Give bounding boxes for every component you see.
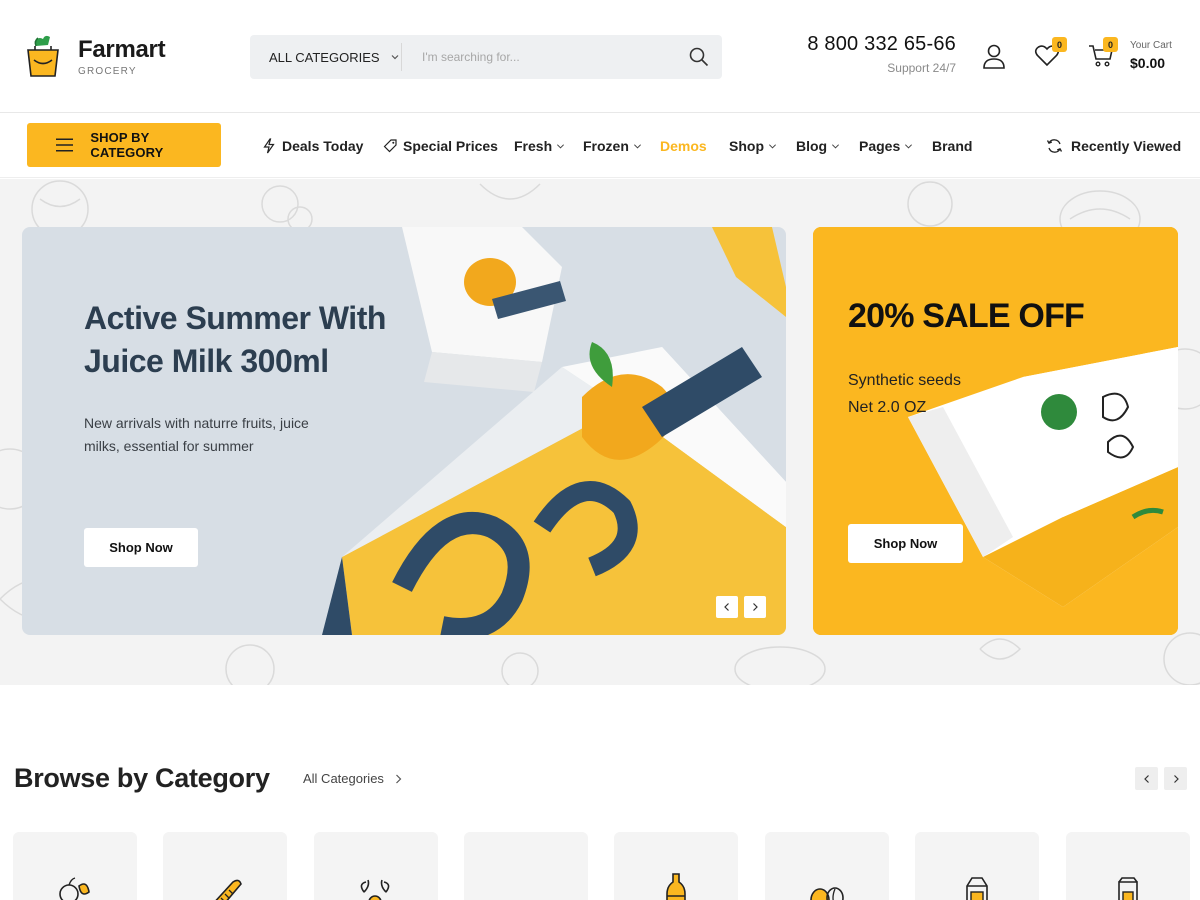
coffee-icon [810,887,844,900]
user-icon[interactable] [982,43,1006,69]
category-card[interactable] [915,832,1039,900]
recently-viewed-link[interactable]: Recently Viewed [1046,136,1181,156]
slider-next-button[interactable] [744,596,766,618]
refresh-icon [1046,139,1063,153]
category-card[interactable] [163,832,287,900]
bag-icon [1118,877,1138,900]
hero-side-desc-line1: Synthetic seeds [848,372,961,389]
nav-item-label: Special Prices [403,138,498,154]
chevron-left-icon [724,603,729,611]
nav-item-fresh[interactable]: Fresh [514,136,565,156]
hero-side-banner: 20% SALE OFF Synthetic seeds Net 2.0 OZ … [813,227,1178,635]
chevron-down-icon [905,143,913,149]
category-card[interactable] [614,832,738,900]
hero-side-desc-line2: Net 2.0 OZ [848,399,927,416]
all-categories-label: All Categories [303,771,384,786]
cart-total: $0.00 [1130,55,1166,71]
chevron-left-icon [1143,774,1149,783]
search-input[interactable] [410,41,670,73]
hero-main-title: Active Summer With Juice Milk 300ml [84,297,424,383]
chevron-down-icon [633,143,641,149]
nav-item-label: Deals Today [282,138,364,154]
hero-main-desc-line2: milks, essential for summer [84,438,254,454]
search-icon[interactable] [688,46,710,68]
top-header: Farmart GROCERY ALL CATEGORIES 8 800 332… [0,0,1200,113]
search-bar: ALL CATEGORIES [250,35,722,79]
breakfast-icon [500,872,552,900]
nav-item-label: Frozen [583,138,629,154]
nav-item-deals-today[interactable]: Deals Today [262,136,363,156]
wishlist-count-badge: 0 [1052,37,1067,52]
nav-item-label: Shop [729,138,764,154]
brand-tagline: GROCERY [78,66,137,77]
nav-item-shop[interactable]: Shop [729,136,777,156]
lightning-icon [263,138,275,154]
category-card[interactable] [314,832,438,900]
hero-side-shop-now-button[interactable]: Shop Now [848,524,963,563]
hero-main-banner: Active Summer With Juice Milk 300ml New … [22,227,786,635]
hero-main-desc-line1: New arrivals with naturre fruits, juice [84,415,309,431]
hero-main-title-line1: Active Summer With [84,300,386,336]
nav-item-demos[interactable]: Demos [660,136,707,156]
shop-by-category-label: SHOP BY CATEGORY [90,130,164,160]
seafood-icon [360,879,390,900]
nav-item-brand[interactable]: Brand [932,136,972,156]
slider-prev-button[interactable] [716,596,738,618]
nav-item-label: Blog [796,138,828,154]
shop-by-category-button[interactable]: SHOP BY CATEGORY [27,123,221,167]
category-select-label: ALL CATEGORIES [269,49,380,65]
hero-side-title: 20% SALE OFF [848,297,1085,335]
support-label: Support 24/7 [887,61,956,75]
grocery-bag-icon [27,35,59,77]
nav-item-label: Fresh [514,138,553,154]
fruits-icon [59,877,90,900]
recently-viewed-label: Recently Viewed [1071,138,1182,154]
nav-item-blog[interactable]: Blog [796,136,840,156]
category-card[interactable] [464,832,588,900]
category-card[interactable] [765,832,889,900]
nav-item-frozen[interactable]: Frozen [583,136,642,156]
search-divider [401,43,402,71]
support-phone: 8 800 332 65-66 Support 24/7 [780,33,956,75]
main-nav: SHOP BY CATEGORY Deals Today Special Pri… [0,113,1200,178]
cart-summary[interactable]: Your Cart $0.00 [1130,40,1172,71]
cart-label: Your Cart [1130,40,1172,51]
phone-number[interactable]: 8 800 332 65-66 [780,33,956,56]
hero-main-description: New arrivals with naturre fruits, juice … [84,412,344,458]
menu-icon [56,138,74,152]
chevron-down-icon [832,143,840,149]
chevron-right-icon [1173,774,1179,783]
all-categories-link[interactable]: All Categories [303,771,403,786]
brand-name: Farmart [78,36,166,63]
hero-side-description: Synthetic seeds Net 2.0 OZ [848,367,1018,421]
category-card[interactable] [1066,832,1190,900]
drinks-icon [666,873,686,900]
chevron-down-icon [768,143,777,149]
nav-item-label: Pages [859,138,901,154]
hero-main-shop-now-button[interactable]: Shop Now [84,528,198,567]
milk-icon [966,877,988,900]
category-prev-button[interactable] [1135,767,1158,790]
nav-item-label: Demos [660,138,707,154]
tag-icon [383,139,397,153]
brand-logo[interactable]: Farmart GROCERY [26,34,176,80]
category-card[interactable] [13,832,137,900]
chevron-right-icon [753,603,758,611]
bakery-icon [215,879,242,900]
nav-item-label: Brand [932,138,973,154]
cart-count-badge: 0 [1103,37,1118,52]
chevron-down-icon [557,143,565,149]
category-select[interactable]: ALL CATEGORIES [250,35,400,79]
hero-main-title-line2: Juice Milk 300ml [84,343,329,379]
nav-item-special-prices[interactable]: Special Prices [383,136,498,156]
category-next-button[interactable] [1164,767,1187,790]
browse-category-title: Browse by Category [14,763,270,793]
hero-section: Active Summer With Juice Milk 300ml New … [0,179,1200,685]
food-box-illustration [813,227,1178,635]
chevron-down-icon [391,55,398,60]
nav-item-pages[interactable]: Pages [859,136,913,156]
chevron-right-icon [396,774,402,783]
